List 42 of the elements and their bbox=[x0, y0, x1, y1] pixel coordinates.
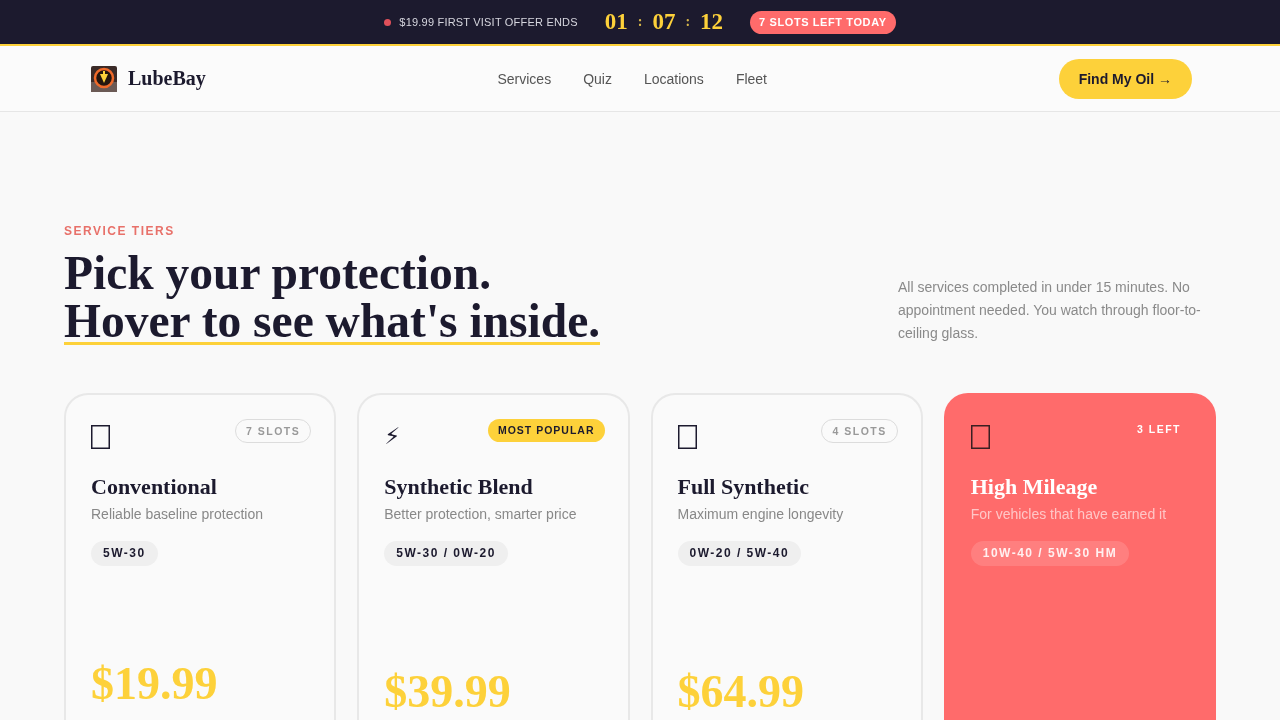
tier-name: Full Synthetic bbox=[677, 473, 810, 501]
dot-icon bbox=[384, 18, 392, 26]
tier-price: $64.99 bbox=[677, 669, 805, 715]
nav-link[interactable]: Locations bbox=[643, 70, 704, 87]
section-heading: Pick your protection. Hover to see what's inside. bbox=[64, 249, 601, 345]
tier-tagline: For vehicles that have earned it bbox=[970, 505, 1168, 523]
tier-card[interactable]: 4 SLOTS Full Synthetic Maximum engine longevity 0W-20 / 5W-40 $64.99 bbox=[650, 393, 923, 720]
tier-tagline: Maximum engine longevity bbox=[677, 505, 845, 523]
find-oil-button[interactable]: Find My Oil → bbox=[1058, 58, 1192, 99]
tier-name: Conventional bbox=[91, 473, 218, 501]
nav-link[interactable]: Fleet bbox=[735, 70, 767, 87]
empty-box-icon bbox=[677, 425, 697, 449]
oil-grade-tag: 5W-30 bbox=[91, 541, 158, 566]
slots-left-label: 3 LEFT bbox=[1136, 422, 1182, 437]
empty-box-icon bbox=[91, 425, 110, 449]
popular-badge: MOST POPULAR bbox=[487, 419, 605, 442]
tier-card[interactable]: ⚡ MOST POPULAR Synthetic Blend Better protection, smarter price 5W-30 / 0W-20 $39.99 bbox=[357, 393, 630, 720]
tier-card[interactable]: 7 SLOTS Conventional Reliable baseline protection 5W-30 $19.99 bbox=[64, 393, 337, 720]
timer-digits: 12 bbox=[700, 9, 724, 35]
empty-box-icon bbox=[970, 425, 990, 449]
timer-digits: 01 bbox=[604, 9, 628, 35]
oil-grade-tag: 0W-20 / 5W-40 bbox=[677, 541, 802, 566]
slots-left-badge: 7 SLOTS LEFT TODAY bbox=[750, 10, 896, 34]
brand-name: LubeBay bbox=[128, 67, 206, 90]
nav-link[interactable]: Services bbox=[497, 70, 552, 87]
tier-price: $19.99 bbox=[91, 661, 219, 707]
timer-separator: : bbox=[685, 14, 691, 30]
section-eyebrow: SERVICE TIERS bbox=[64, 224, 175, 238]
intro-text: All services completed in under 15 minutes. No appointment needed. You watch through floor-to-ceiling glass. bbox=[898, 278, 1202, 343]
tier-tagline: Reliable baseline protection bbox=[91, 505, 264, 523]
oil-grade-tag: 5W-30 / 0W-20 bbox=[384, 541, 508, 566]
lightning-icon: ⚡ bbox=[384, 423, 401, 449]
tier-price: $39.99 bbox=[384, 669, 512, 715]
timer-separator: : bbox=[637, 14, 643, 30]
nav-link[interactable]: Quiz bbox=[583, 70, 612, 87]
oil-grade-tag: 10W-40 / 5W-30 HM bbox=[970, 541, 1130, 566]
tier-name: High Mileage bbox=[970, 473, 1099, 501]
offer-text: $19.99 FIRST VISIT OFFER ENDS bbox=[399, 16, 578, 28]
logo-icon bbox=[91, 65, 117, 92]
tier-name: Synthetic Blend bbox=[384, 473, 534, 501]
timer-digits: 07 bbox=[652, 9, 676, 35]
tier-tagline: Better protection, smarter price bbox=[384, 505, 578, 523]
